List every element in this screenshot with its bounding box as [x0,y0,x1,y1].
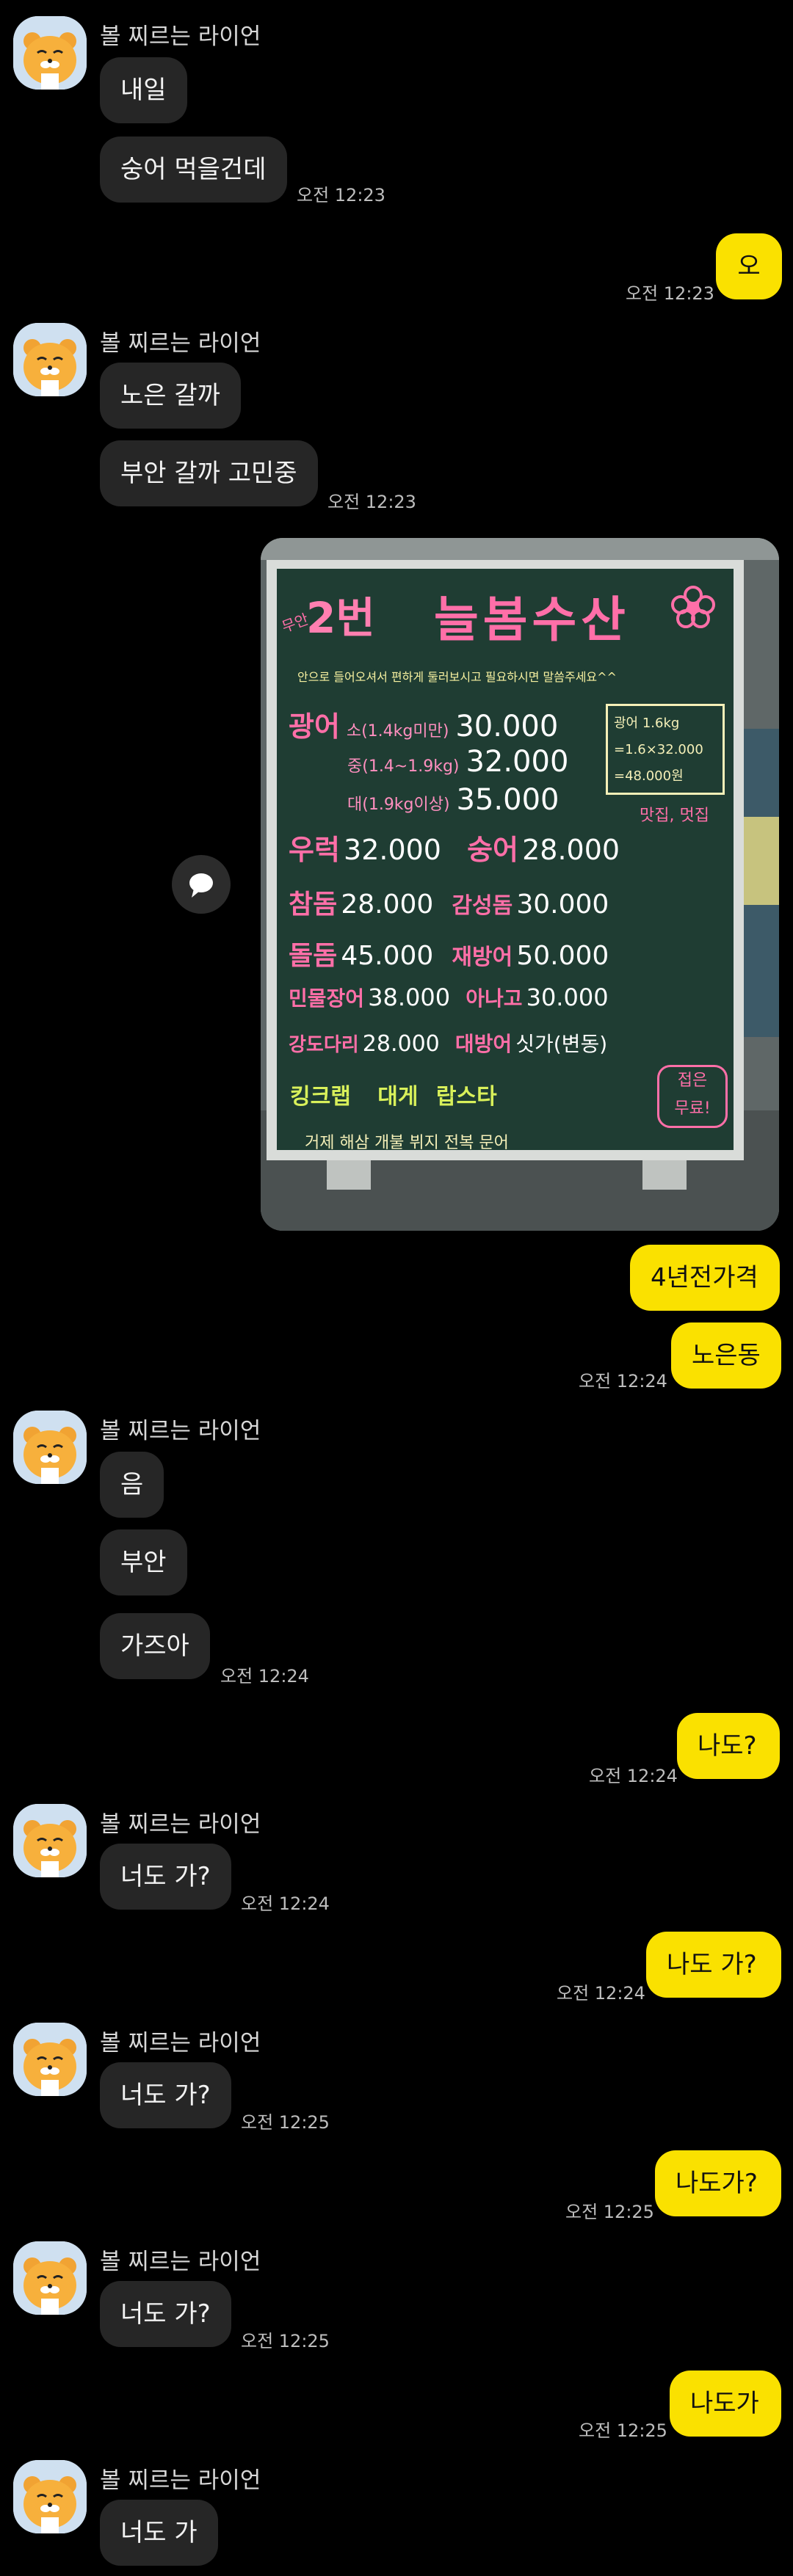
message-bubble[interactable]: 너도 가 [100,2500,218,2566]
board-row: 대(1.9kg이상) 35.000 [347,783,560,817]
message-bubble[interactable]: 나도? [677,1713,780,1779]
share-button[interactable] [172,855,231,914]
board-free-note: 접은 무료! [657,1065,728,1128]
board-number: 2번 [306,593,375,643]
message-time: 오전 12:24 [579,1371,667,1391]
message-bubble[interactable]: 나도 가? [646,1932,781,1998]
board-boxed-note: 광어 1.6kg =1.6×32.000 =48.000원 [606,704,725,795]
message-bubble[interactable]: 나도가 [670,2371,781,2437]
board-row: 중(1.4~1.9kg) 32.000 [347,745,569,779]
board-note-under: 맛집, 멋집 [640,807,709,825]
speech-bubble-icon [189,873,213,898]
board-shop-name: 늘봄수산 [434,592,630,648]
board-row: 광어 소(1.4kg미만) 30.000 [289,710,559,743]
message-bubble[interactable]: 노은동 [671,1322,781,1389]
avatar[interactable] [13,2241,87,2315]
flower-icon [670,585,716,630]
board-bottom: 거제 해삼 개불 뷔지 전복 문어 [305,1134,509,1152]
message-bubble[interactable]: 가즈아 [100,1613,210,1679]
avatar[interactable] [13,323,87,396]
message-bubble[interactable]: 4년전가격 [630,1245,780,1311]
message-bubble[interactable]: 너도 가? [100,1844,231,1910]
avatar[interactable] [13,1411,87,1484]
board-intro: 안으로 들어오셔서 편하게 둘러보시고 필요하시면 말씀주세요^^ [297,670,617,684]
board-row: 우럭 32.000 숭어 28.000 [289,834,620,866]
avatar[interactable] [13,1804,87,1877]
message-time: 오전 12:25 [565,2202,654,2222]
message-bubble[interactable]: 음 [100,1452,164,1518]
chat-photo[interactable]: 무안 2번 늘봄수산 안으로 들어오셔서 편하게 둘러보시고 필요하시면 말씀주… [261,538,779,1231]
message-bubble[interactable]: 부안 갈까 고민중 [100,440,318,506]
message-bubble[interactable]: 숭어 먹을건데 [100,137,287,203]
sender-name: 볼 찌르는 라이언 [100,2467,261,2494]
sender-name: 볼 찌르는 라이언 [100,2249,261,2275]
board-specials: 킹크랩 대게 랍스타 [290,1084,497,1110]
message-bubble[interactable]: 노은 갈까 [100,363,241,429]
message-time: 오전 12:24 [589,1766,678,1786]
message-bubble[interactable]: 너도 가? [100,2062,231,2128]
sender-name: 볼 찌르는 라이언 [100,2030,261,2056]
message-time: 오전 12:23 [297,185,385,205]
message-bubble[interactable]: 부안 [100,1529,187,1596]
message-bubble[interactable]: 나도가? [655,2150,781,2216]
message-time: 오전 12:24 [557,1983,645,2004]
sender-name: 볼 찌르는 라이언 [100,23,261,50]
avatar[interactable] [13,2460,87,2533]
message-time: 오전 12:23 [327,492,416,512]
message-time: 오전 12:24 [220,1666,309,1687]
message-time: 오전 12:25 [579,2420,667,2441]
board-row: 돌돔 45.000 재방어 50.000 [289,941,609,971]
message-bubble[interactable]: 오 [716,233,782,299]
message-time: 오전 12:25 [241,2112,330,2133]
sender-name: 볼 찌르는 라이언 [100,330,261,357]
avatar[interactable] [13,16,87,90]
sender-name: 볼 찌르는 라이언 [100,1811,261,1838]
message-time: 오전 12:24 [241,1893,330,1914]
message-time: 오전 12:23 [626,283,714,304]
message-bubble[interactable]: 내일 [100,57,187,123]
board-row: 참돔 28.000 감성돔 30.000 [289,889,609,920]
message-time: 오전 12:25 [241,2331,330,2351]
board-row: 강도다리 28.000 대방어 싯가(변동) [289,1031,608,1057]
sender-name: 볼 찌르는 라이언 [100,1418,261,1444]
board-row: 민물장어 38.000 아나고 30.000 [289,983,609,1011]
avatar[interactable] [13,2023,87,2096]
message-bubble[interactable]: 너도 가? [100,2281,231,2347]
